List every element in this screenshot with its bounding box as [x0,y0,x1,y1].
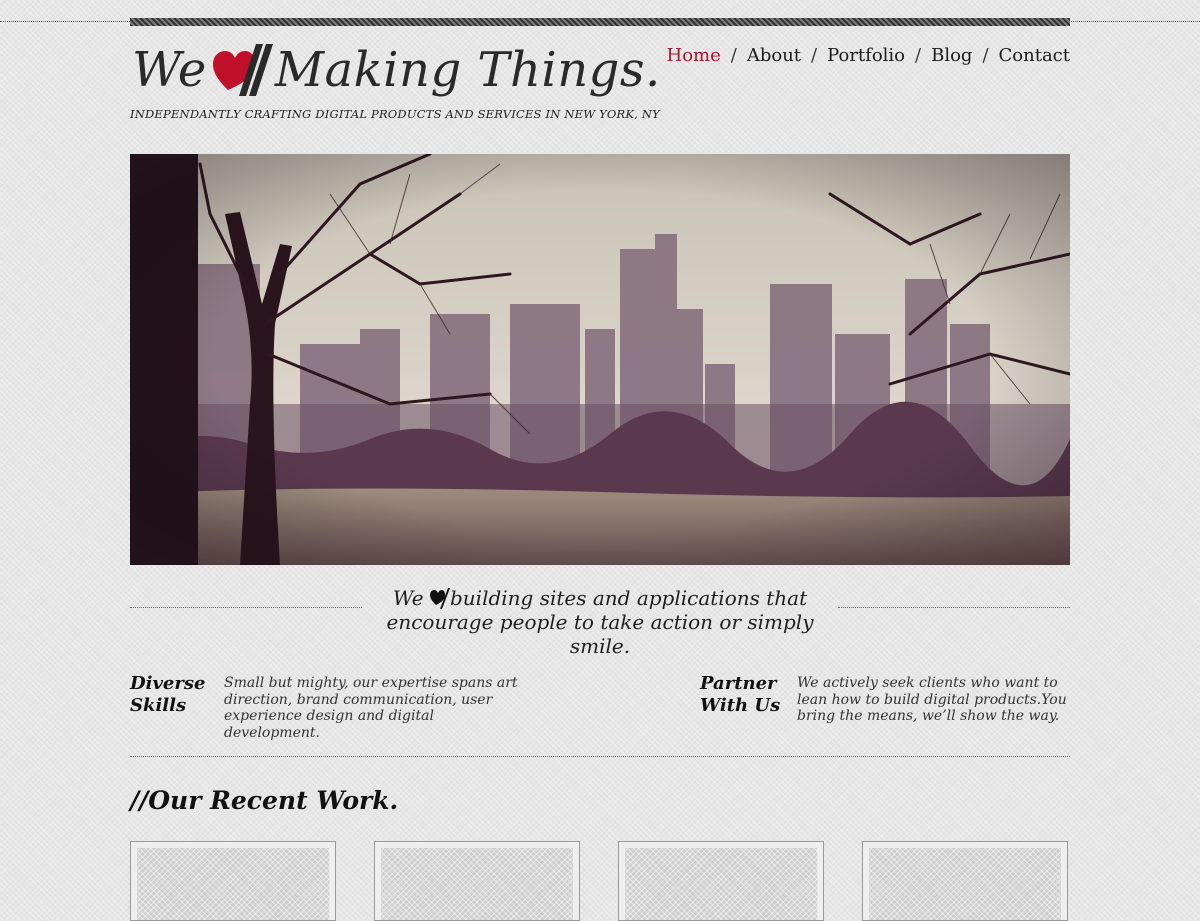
recent-work-heading: //Our Recent Work. [130,786,399,815]
mission-line2: encourage people to take action or simpl… [386,610,814,658]
heart-slash-icon [212,44,273,96]
work-thumbnail[interactable] [862,841,1068,921]
feature-title: Partner With Us [700,673,781,716]
feature-title: Diverse Skills [130,673,206,716]
nav-separator: / [730,45,737,66]
hero-park-skyline-illustration [130,154,1070,565]
recent-work-grid [130,841,1070,921]
hero-image [130,154,1070,565]
logo-text-making-things: Making Things. [274,42,661,98]
heart-slash-icon [429,588,450,609]
site-logo[interactable]: We Making Things. [132,38,661,102]
work-thumbnail[interactable] [374,841,580,921]
thumbnail-placeholder [625,848,817,920]
section-divider [130,756,1070,757]
nav-portfolio[interactable]: Portfolio [827,45,905,66]
mission-line1-end: building sites and applications that [449,586,808,610]
mission-text: We building sites and applications that … [362,586,838,658]
mission-line1-start: We [392,586,424,610]
main-nav: Home / About / Portfolio / Blog / Contac… [667,45,1071,66]
feature-text: We actively seek clients who want to lea… [797,675,1067,724]
nav-home[interactable]: Home [667,45,721,66]
site-tagline: INDEPENDANTLY CRAFTING DIGITAL PRODUCTS … [130,107,660,121]
logo-text-we: We [132,42,207,98]
mission-rule-right [838,607,1070,608]
nav-blog[interactable]: Blog [931,45,972,66]
thumbnail-placeholder [137,848,329,920]
nav-separator: / [982,45,989,66]
nav-about[interactable]: About [747,45,801,66]
mission-statement: We building sites and applications that … [130,586,1070,658]
work-thumbnail[interactable] [618,841,824,921]
thumbnail-placeholder [381,848,573,920]
mission-rule-left [130,607,362,608]
nav-contact[interactable]: Contact [999,45,1070,66]
work-thumbnail[interactable] [130,841,336,921]
nav-separator: / [915,45,922,66]
nav-separator: / [811,45,818,66]
thumbnail-placeholder [869,848,1061,920]
feature-text: Small but mighty, our expertise spans ar… [224,675,518,741]
page-container: We Making Things. INDEPENDANTLY CRAFTING… [130,0,1071,921]
